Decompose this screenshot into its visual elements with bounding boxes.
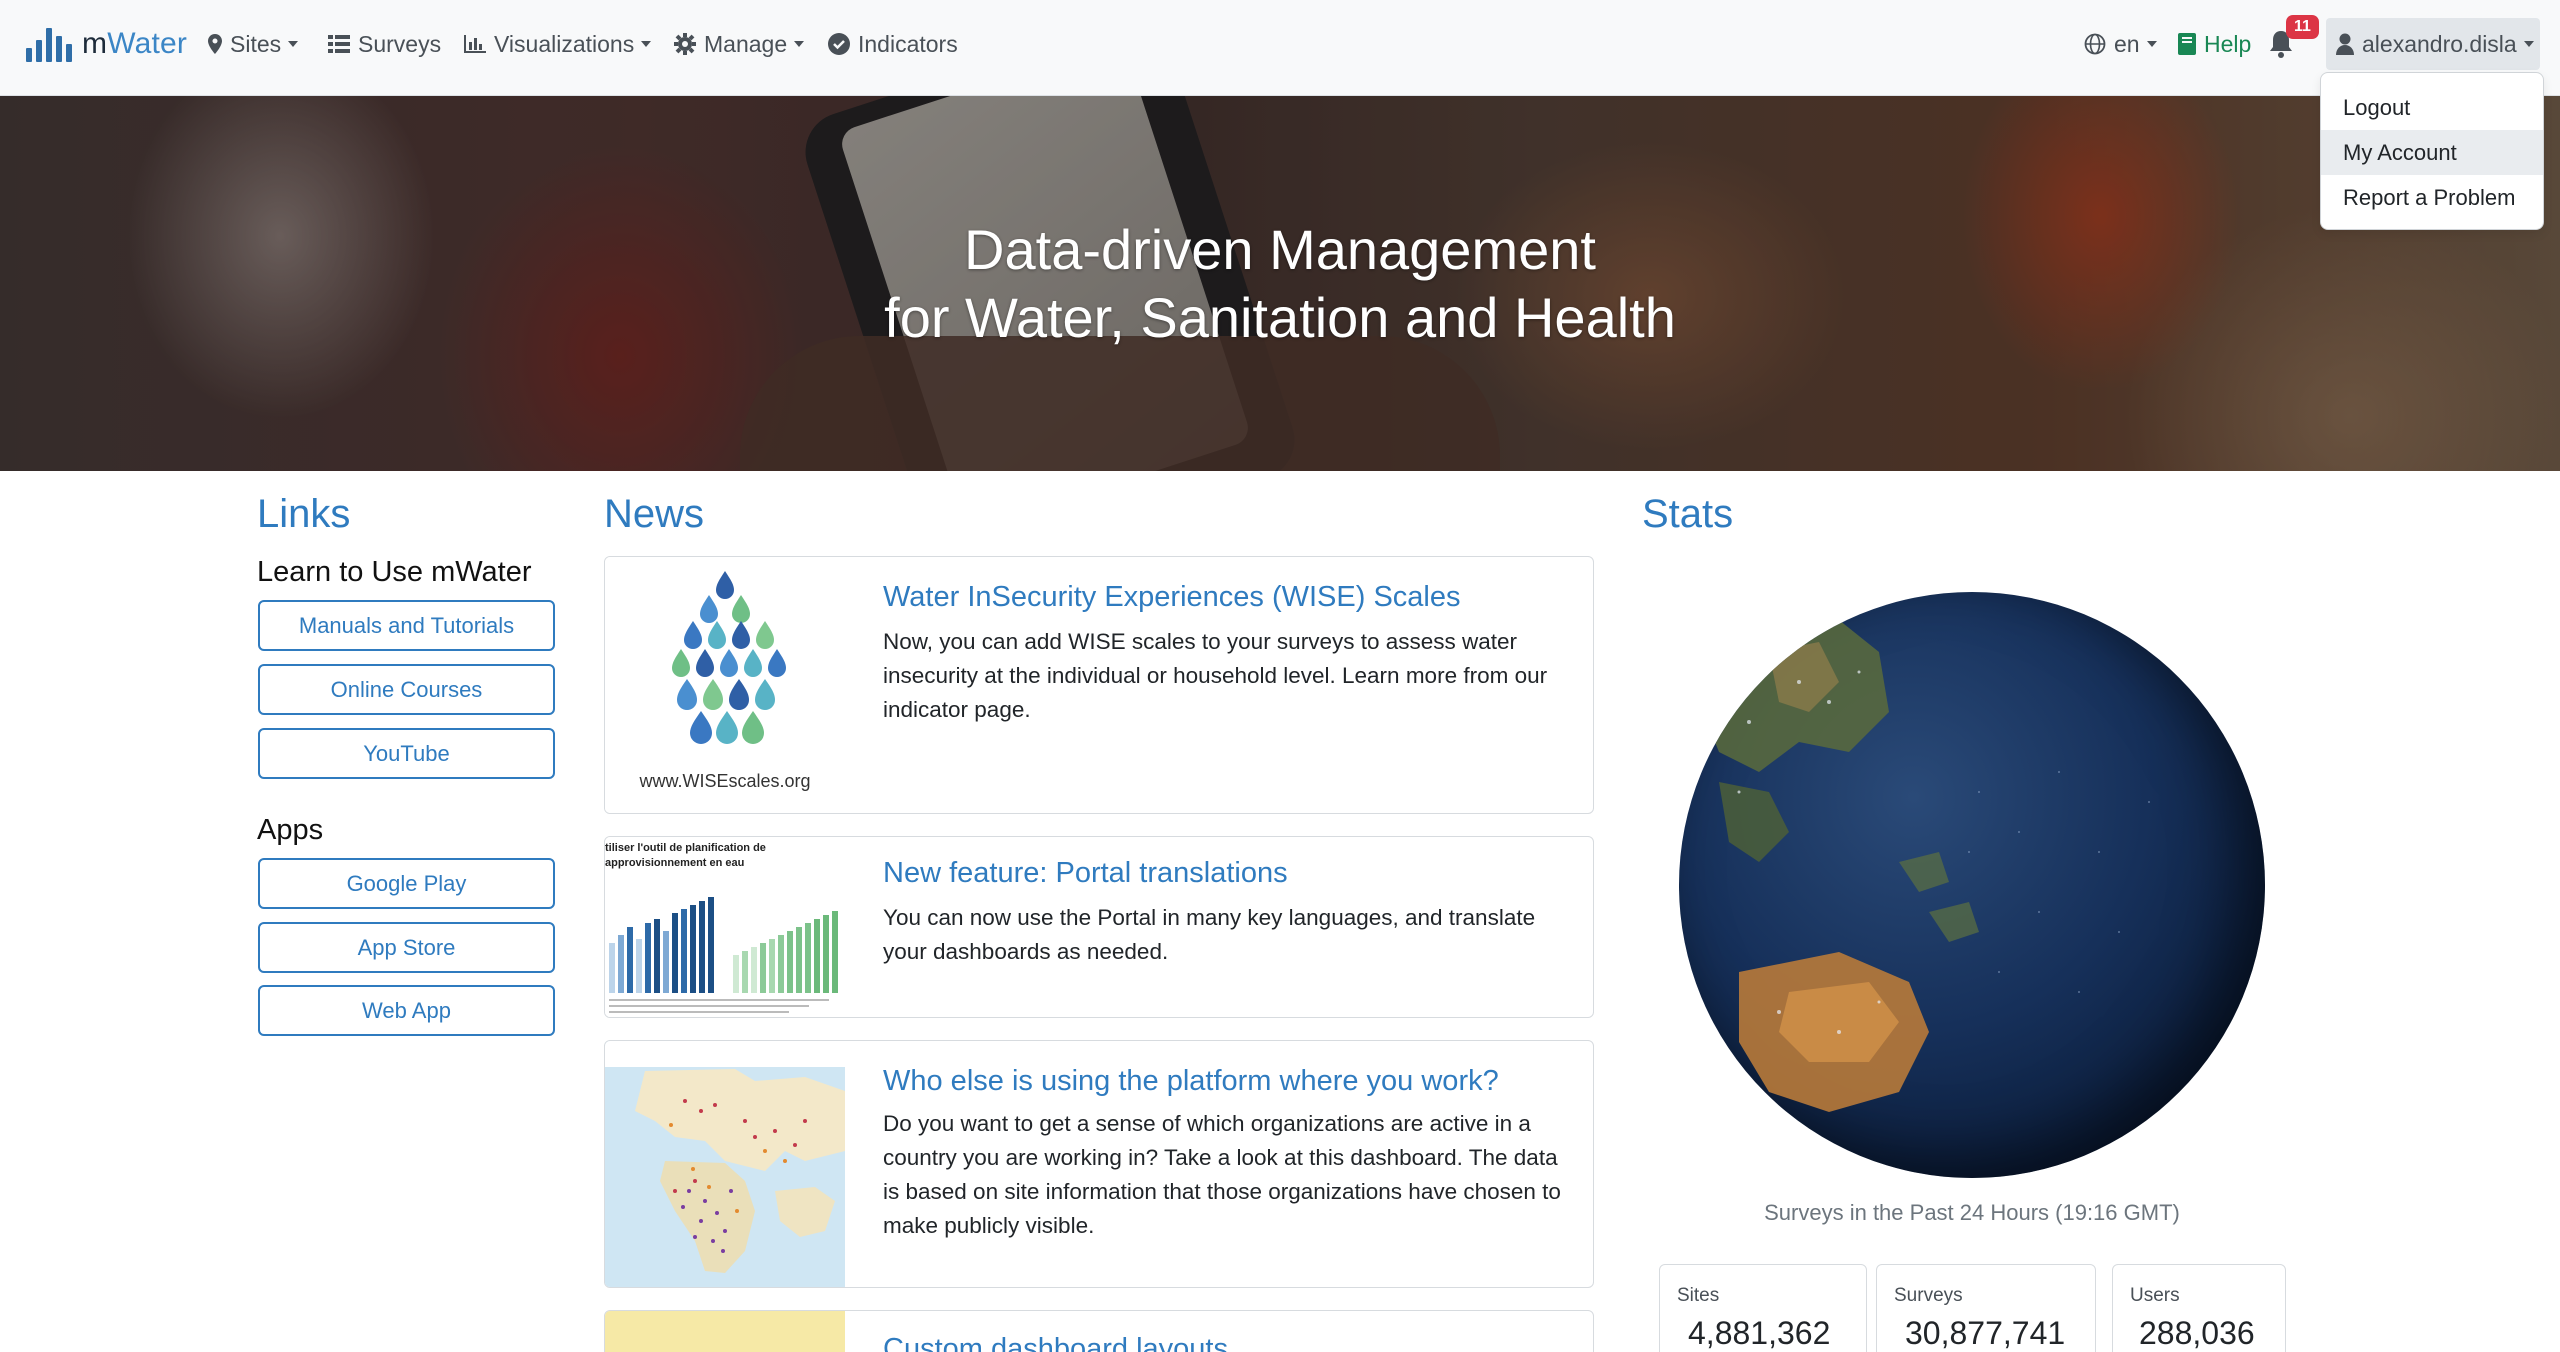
google-play-button[interactable]: Google Play <box>258 858 555 909</box>
globe-caption: Surveys in the Past 24 Hours (19:16 GMT) <box>1764 1200 2180 1225</box>
stat-value: 4,881,362 <box>1688 1315 1831 1351</box>
news-card[interactable]: tiliser l'outil de planification de appr… <box>604 836 1594 1018</box>
news-card[interactable]: www.WISEscales.org Water InSecurity Expe… <box>604 556 1594 814</box>
news-body-wise: Now, you can add WISE scales to your sur… <box>883 629 1548 722</box>
book-icon <box>2178 33 2196 55</box>
user-dropdown-menu: Logout My Account Report a Problem <box>2320 72 2544 230</box>
apps-heading: Apps <box>257 814 324 846</box>
logout-menu-item[interactable]: Logout <box>2321 85 2543 130</box>
stat-label: Sites <box>1677 1285 1720 1306</box>
list-icon <box>328 35 350 53</box>
nav-sites[interactable]: Sites <box>208 28 299 60</box>
check-circle-icon <box>828 33 850 55</box>
world-map-thumbnail-image <box>605 1041 845 1287</box>
logo-bars-icon <box>26 24 72 62</box>
news-body-portal-translations: You can now use the Portal in many key l… <box>883 905 1536 964</box>
chevron-down-icon <box>641 41 652 47</box>
hero-banner: Data-driven Management for Water, Sanita… <box>0 96 2560 471</box>
water-drops-logo <box>672 571 786 744</box>
hero-title: Data-driven Management for Water, Sanita… <box>0 216 2560 352</box>
chevron-down-icon <box>794 41 805 47</box>
manuals-tutorials-button[interactable]: Manuals and Tutorials <box>258 600 555 651</box>
chevron-down-icon <box>2523 41 2534 47</box>
gear-icon <box>674 33 696 55</box>
stat-value: 30,877,741 <box>1905 1315 2066 1351</box>
news-title-wise[interactable]: Water InSecurity Experiences (WISE) Scal… <box>883 581 1461 614</box>
news-card[interactable]: Custom dashboard layouts <box>604 1310 1594 1352</box>
nav-surveys[interactable]: Surveys <box>328 28 441 60</box>
logo-wordmark: mWater <box>82 27 188 60</box>
nav-indicators-label: Indicators <box>858 30 958 57</box>
mwater-logo[interactable]: mWater <box>26 18 187 62</box>
my-account-menu-item[interactable]: My Account <box>2321 130 2543 175</box>
wise-scales-thumbnail[interactable]: www.WISEscales.org <box>605 557 845 813</box>
stat-value: 288,036 <box>2139 1315 2255 1351</box>
links-heading: Links <box>257 492 351 536</box>
nav-manage[interactable]: Manage <box>674 28 805 60</box>
notification-count-badge[interactable]: 11 <box>2286 15 2319 39</box>
stat-label: Users <box>2130 1285 2180 1306</box>
web-app-button[interactable]: Web App <box>258 985 555 1036</box>
app-store-button[interactable]: App Store <box>258 922 555 973</box>
user-icon <box>2336 33 2354 55</box>
surveys-globe[interactable] <box>1679 592 2265 1178</box>
stats-heading: Stats <box>1642 492 1734 536</box>
news-title-portal-translations[interactable]: New feature: Portal translations <box>883 857 1288 890</box>
nav-visualizations-label: Visualizations <box>494 30 635 57</box>
nav-visualizations[interactable]: Visualizations <box>464 28 652 60</box>
bar-chart-thumbnail-image <box>609 897 838 1013</box>
user-menu-label-group[interactable]: alexandro.disla <box>2336 28 2534 60</box>
hero-title-line1: Data-driven Management <box>964 218 1596 281</box>
globe-icon <box>2084 33 2106 55</box>
stat-card-surveys: Surveys 30,877,741 <box>1876 1264 2096 1352</box>
bar-chart-icon <box>464 35 486 53</box>
username-label: alexandro.disla <box>2362 30 2517 57</box>
news-body-platform-usage: Do you want to get a sense of which orga… <box>883 1111 1561 1238</box>
learn-heading: Learn to Use mWater <box>257 556 532 588</box>
youtube-button[interactable]: YouTube <box>258 728 555 779</box>
stat-card-sites: Sites 4,881,362 <box>1659 1264 1867 1352</box>
chevron-down-icon <box>288 41 299 47</box>
dashboard-layouts-thumbnail[interactable] <box>605 1311 845 1352</box>
stat-label: Surveys <box>1894 1285 1963 1306</box>
stat-card-users: Users 288,036 <box>2112 1264 2286 1352</box>
news-card[interactable]: Who else is using the platform where you… <box>604 1040 1594 1288</box>
news-heading: News <box>604 492 705 536</box>
online-courses-button[interactable]: Online Courses <box>258 664 555 715</box>
chevron-down-icon <box>2146 41 2157 47</box>
help-label: Help <box>2204 30 2252 57</box>
portal-translations-thumbnail[interactable]: tiliser l'outil de planification de appr… <box>605 837 845 1017</box>
organizations-map-thumbnail[interactable] <box>605 1041 845 1287</box>
news-title-dashboard-layouts[interactable]: Custom dashboard layouts <box>883 1333 1228 1352</box>
map-marker-icon <box>208 34 222 54</box>
help-link[interactable]: Help <box>2178 28 2251 60</box>
language-label: en <box>2114 30 2140 57</box>
nav-indicators[interactable]: Indicators <box>828 28 958 60</box>
nav-manage-label: Manage <box>704 30 788 57</box>
language-selector[interactable]: en <box>2084 28 2157 60</box>
nav-surveys-label: Surveys <box>358 30 442 57</box>
news-title-platform-usage[interactable]: Who else is using the platform where you… <box>883 1065 1499 1098</box>
hero-title-line2: for Water, Sanitation and Health <box>884 286 1676 349</box>
earth-globe-image <box>1699 612 2150 1112</box>
top-navbar: mWater Sites Surveys Visualizations Mana… <box>0 0 2560 96</box>
report-problem-menu-item[interactable]: Report a Problem <box>2321 175 2543 220</box>
nav-sites-label: Sites <box>230 30 282 57</box>
wise-scales-caption: www.WISEscales.org <box>639 771 811 791</box>
